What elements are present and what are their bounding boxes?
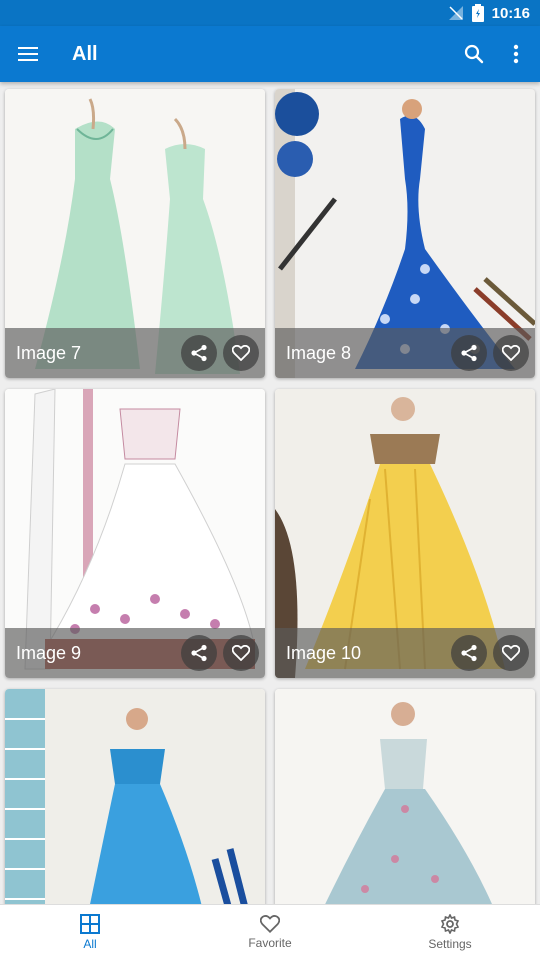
card-overlay: Image 7 [5, 328, 265, 378]
nav-settings[interactable]: Settings [360, 905, 540, 960]
heart-icon [232, 645, 250, 661]
menu-button[interactable] [0, 26, 56, 82]
bottom-navigation: All Favorite Settings [0, 904, 540, 960]
image-card[interactable]: Image 10 [275, 389, 535, 678]
nav-settings-label: Settings [428, 937, 472, 951]
share-button[interactable] [181, 335, 217, 371]
image-card[interactable]: Image 7 [5, 89, 265, 378]
no-signal-icon [448, 5, 464, 21]
card-overlay: Image 10 [275, 628, 535, 678]
share-button[interactable] [181, 635, 217, 671]
share-button[interactable] [451, 635, 487, 671]
share-icon [461, 344, 477, 362]
heart-icon [502, 645, 520, 661]
card-overlay: Image 8 [275, 328, 535, 378]
nav-all[interactable]: All [0, 905, 180, 960]
dress-sketch-image [275, 689, 535, 904]
card-title: Image 7 [16, 342, 82, 363]
favorite-button[interactable] [493, 335, 529, 371]
app-bar: All [0, 26, 540, 82]
share-button[interactable] [451, 335, 487, 371]
favorite-button[interactable] [223, 335, 259, 371]
share-icon [191, 344, 207, 362]
heart-icon [502, 345, 520, 361]
heart-icon [232, 345, 250, 361]
share-icon [191, 644, 207, 662]
nav-favorite[interactable]: Favorite [180, 905, 360, 960]
page-title: All [72, 42, 98, 65]
overflow-menu-button[interactable] [495, 26, 537, 82]
favorite-button[interactable] [493, 635, 529, 671]
image-grid: Image 7 Image 8 Image 9 Image 10 [0, 82, 540, 904]
menu-icon [18, 47, 38, 61]
image-card[interactable] [5, 689, 265, 904]
status-time: 10:16 [491, 4, 530, 22]
card-title: Image 10 [286, 642, 362, 663]
nav-favorite-label: Favorite [248, 936, 292, 950]
search-button[interactable] [453, 26, 495, 82]
share-icon [461, 644, 477, 662]
image-card[interactable]: Image 9 [5, 389, 265, 678]
image-card[interactable]: Image 8 [275, 89, 535, 378]
search-icon [464, 44, 484, 64]
gear-icon [440, 914, 460, 934]
status-bar: 10:16 [0, 0, 540, 26]
image-card[interactable] [275, 689, 535, 904]
dress-sketch-image [5, 689, 265, 904]
overflow-icon [513, 44, 519, 64]
grid-icon [80, 914, 100, 934]
card-overlay: Image 9 [5, 628, 265, 678]
nav-all-label: All [83, 937, 97, 951]
card-title: Image 8 [286, 342, 352, 363]
battery-icon [471, 4, 484, 22]
heart-icon [260, 915, 280, 933]
favorite-button[interactable] [223, 635, 259, 671]
card-title: Image 9 [16, 642, 82, 663]
